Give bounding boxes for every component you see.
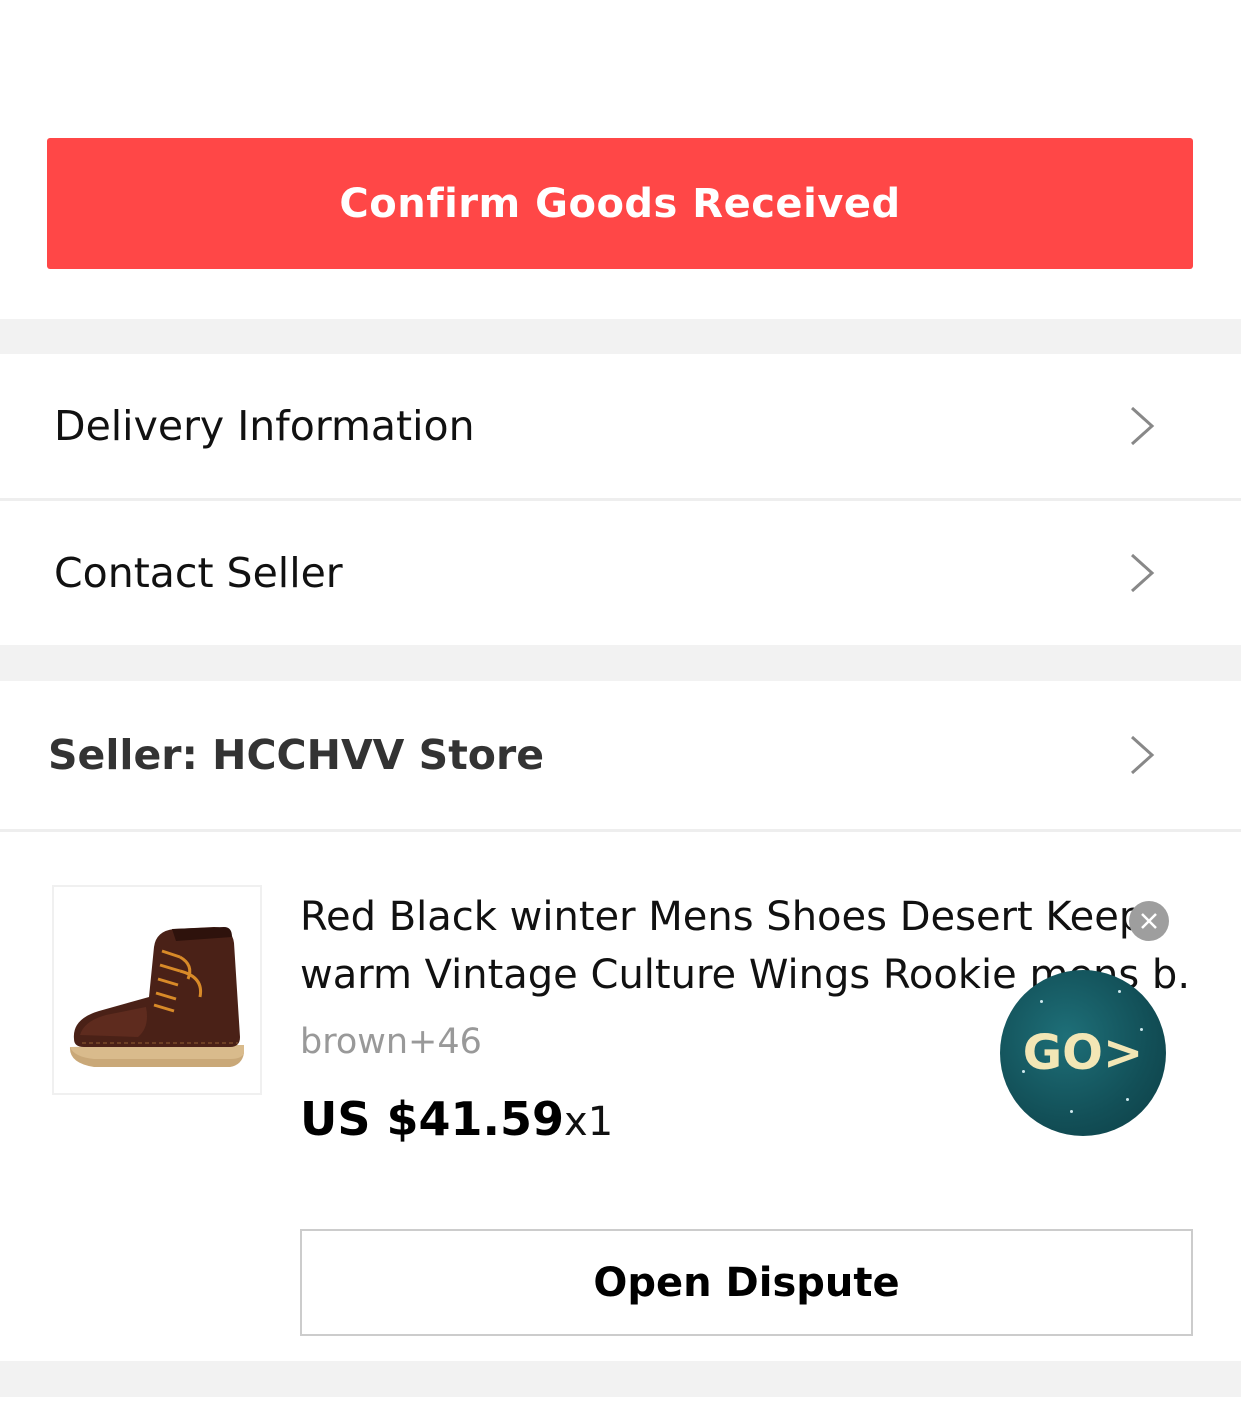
contact-seller-label: Contact Seller	[54, 549, 343, 597]
chevron-right-icon	[1130, 553, 1155, 593]
chevron-right-icon	[1130, 406, 1155, 446]
section-divider	[0, 645, 1241, 681]
star-dot	[1118, 990, 1121, 993]
star-dot	[1070, 1110, 1073, 1113]
seller-row[interactable]: Seller: HCCHVV Store	[0, 681, 1241, 829]
star-dot	[1040, 1000, 1043, 1003]
section-divider	[0, 1361, 1241, 1397]
product-price: US $41.59	[300, 1092, 565, 1146]
close-icon[interactable]	[1129, 901, 1169, 941]
chevron-right-icon	[1130, 735, 1155, 775]
open-dispute-button[interactable]: Open Dispute	[300, 1229, 1193, 1336]
product-price-line: US $41.59x1	[300, 1092, 613, 1146]
row-divider	[0, 829, 1241, 832]
order-detail-page: Confirm Goods Received Delivery Informat…	[0, 0, 1241, 1419]
star-dot	[1126, 1098, 1129, 1101]
delivery-information-label: Delivery Information	[54, 402, 475, 450]
product-quantity: x1	[564, 1099, 614, 1145]
boot-icon	[69, 927, 244, 1067]
section-divider	[0, 319, 1241, 354]
go-floating-button[interactable]: GO>	[1000, 970, 1166, 1136]
contact-seller-row[interactable]: Contact Seller	[0, 501, 1241, 645]
seller-name-label: Seller: HCCHVV Store	[48, 731, 545, 779]
star-dot	[1140, 1028, 1143, 1031]
product-variant: brown+46	[300, 1022, 482, 1062]
delivery-information-row[interactable]: Delivery Information	[0, 354, 1241, 498]
confirm-goods-received-button[interactable]: Confirm Goods Received	[47, 138, 1193, 269]
go-label: GO>	[1022, 1025, 1144, 1081]
product-thumbnail[interactable]	[52, 885, 262, 1095]
product-title-line-1: Red Black winter Mens Shoes Desert Keep	[300, 894, 1145, 940]
close-glyph-icon	[1141, 913, 1157, 929]
star-dot	[1022, 1070, 1025, 1073]
